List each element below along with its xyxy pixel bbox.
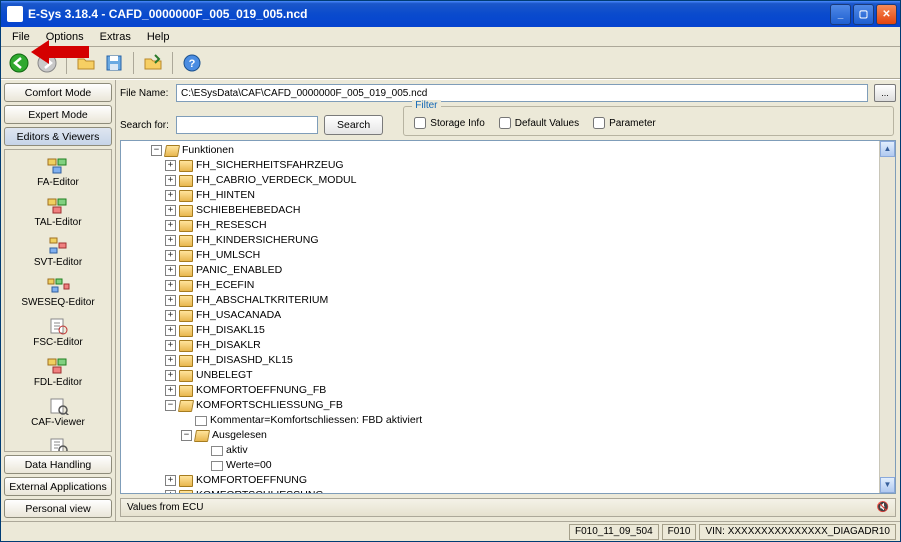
filename-input[interactable] [176, 84, 868, 102]
main-panel: File Name: ... Search for: Search Filter… [116, 80, 900, 521]
external-apps-button[interactable]: External Applications [4, 477, 112, 496]
close-button[interactable]: ✕ [876, 4, 897, 25]
status-cell-2: F010 [662, 524, 697, 540]
tree-node[interactable]: −KOMFORTSCHLIESSUNG_FB [165, 398, 877, 413]
forward-button[interactable] [35, 51, 59, 75]
sidebar-item-tal-editor[interactable]: TAL-Editor [5, 193, 111, 233]
tree-node[interactable]: +SCHIEBEHEBEDACH [165, 203, 877, 218]
menubar: File Options Extras Help [1, 27, 900, 47]
open-folder-button[interactable] [141, 51, 165, 75]
tree-node[interactable]: +KOMFORTSCHLIESSUNG [165, 488, 877, 493]
comfort-mode-button[interactable]: Comfort Mode [4, 83, 112, 102]
tree-node[interactable]: +FH_ABSCHALTKRITERIUM [165, 293, 877, 308]
maximize-button[interactable]: ▢ [853, 4, 874, 25]
sidebar-item-caf-viewer[interactable]: CAF-Viewer [5, 393, 111, 433]
values-label: Values from ECU [127, 502, 204, 513]
svg-text:?: ? [189, 58, 196, 70]
sidebar-item-fdl-editor[interactable]: FDL-Editor [5, 353, 111, 393]
tree-node[interactable]: +FH_HINTEN [165, 188, 877, 203]
tree-node[interactable]: +FH_USACANADA [165, 308, 877, 323]
menu-options[interactable]: Options [39, 29, 91, 45]
scroll-down-icon[interactable]: ▼ [880, 477, 895, 493]
toolbar: ? [1, 47, 900, 79]
menu-file[interactable]: File [5, 29, 37, 45]
tree-node[interactable]: −Funktionen [151, 143, 877, 158]
search-button[interactable]: Search [324, 115, 383, 135]
browse-button[interactable]: ... [874, 84, 896, 102]
filename-label: File Name: [120, 88, 170, 99]
tree-node[interactable]: +FH_ECEFIN [165, 278, 877, 293]
tree-scrollbar[interactable]: ▲ ▼ [879, 141, 895, 493]
status-cell-1: F010_11_09_504 [569, 524, 659, 540]
sidebar: Comfort Mode Expert Mode Editors & Viewe… [1, 80, 116, 521]
data-handling-button[interactable]: Data Handling [4, 455, 112, 474]
sidebar-item-sweseq-editor[interactable]: SWESEQ-Editor [5, 273, 111, 313]
menu-help[interactable]: Help [140, 29, 177, 45]
sound-icon: 🔇 [877, 502, 889, 513]
filter-groupbox: Filter Storage Info Default Values Param… [403, 106, 894, 136]
tree-node[interactable]: Kommentar=Komfortschliessen: FBD aktivie… [181, 413, 877, 428]
minimize-button[interactable]: _ [830, 4, 851, 25]
filter-legend: Filter [412, 100, 440, 111]
scroll-up-icon[interactable]: ▲ [880, 141, 895, 157]
tree-node[interactable]: +FH_KINDERSICHERUNG [165, 233, 877, 248]
tree-node[interactable]: +FH_CABRIO_VERDECK_MODUL [165, 173, 877, 188]
tree-node[interactable]: +FH_DISASHD_KL15 [165, 353, 877, 368]
app-icon [7, 6, 23, 22]
tree-node[interactable]: +KOMFORTOEFFNUNG_FB [165, 383, 877, 398]
filter-storage-checkbox[interactable]: Storage Info [414, 117, 484, 129]
tree-node[interactable]: +FH_DISAKL15 [165, 323, 877, 338]
window-title: E-Sys 3.18.4 - CAFD_0000000F_005_019_005… [28, 7, 830, 21]
tree-node[interactable]: −Ausgelesen [181, 428, 877, 443]
sidebar-item-svt-editor[interactable]: SVT-Editor [5, 233, 111, 273]
open-button[interactable] [74, 51, 98, 75]
tree-node[interactable]: +FH_RESESCH [165, 218, 877, 233]
tree[interactable]: −Funktionen+FH_SICHERHEITSFAHRZEUG+FH_CA… [121, 141, 879, 493]
tree-node[interactable]: aktiv [197, 443, 877, 458]
tree-node[interactable]: +FH_UMLSCH [165, 248, 877, 263]
status-cell-3: VIN: XXXXXXXXXXXXXXX_DIAGADR10 [699, 524, 896, 540]
save-button[interactable] [102, 51, 126, 75]
tree-node[interactable]: +FH_SICHERHEITSFAHRZEUG [165, 158, 877, 173]
titlebar: E-Sys 3.18.4 - CAFD_0000000F_005_019_005… [1, 1, 900, 27]
tree-node[interactable]: +UNBELEGT [165, 368, 877, 383]
sidebar-item-fa-editor[interactable]: FA-Editor [5, 153, 111, 193]
menu-extras[interactable]: Extras [93, 29, 138, 45]
tree-panel: −Funktionen+FH_SICHERHEITSFAHRZEUG+FH_CA… [120, 140, 896, 494]
values-from-ecu-bar[interactable]: Values from ECU 🔇 [120, 498, 896, 517]
statusbar: F010_11_09_504 F010 VIN: XXXXXXXXXXXXXXX… [1, 521, 900, 541]
search-input[interactable] [176, 116, 318, 134]
sidebar-items-list: FA-Editor TAL-Editor SVT-Editor SWESEQ-E… [4, 149, 112, 452]
tree-node[interactable]: +KOMFORTOEFFNUNG [165, 473, 877, 488]
searchfor-label: Search for: [120, 120, 170, 131]
tree-node[interactable]: +PANIC_ENABLED [165, 263, 877, 278]
filter-parameter-checkbox[interactable]: Parameter [593, 117, 656, 129]
tree-node[interactable]: Werte=00 [197, 458, 877, 473]
back-button[interactable] [7, 51, 31, 75]
personal-view-button[interactable]: Personal view [4, 499, 112, 518]
expert-mode-button[interactable]: Expert Mode [4, 105, 112, 124]
sidebar-item-log-viewer[interactable]: Log-Viewer [5, 433, 111, 452]
sidebar-item-fsc-editor[interactable]: FSC-Editor [5, 313, 111, 353]
tree-node[interactable]: +FH_DISAKLR [165, 338, 877, 353]
help-button[interactable]: ? [180, 51, 204, 75]
filter-default-checkbox[interactable]: Default Values [499, 117, 579, 129]
editors-viewers-button[interactable]: Editors & Viewers [4, 127, 112, 146]
